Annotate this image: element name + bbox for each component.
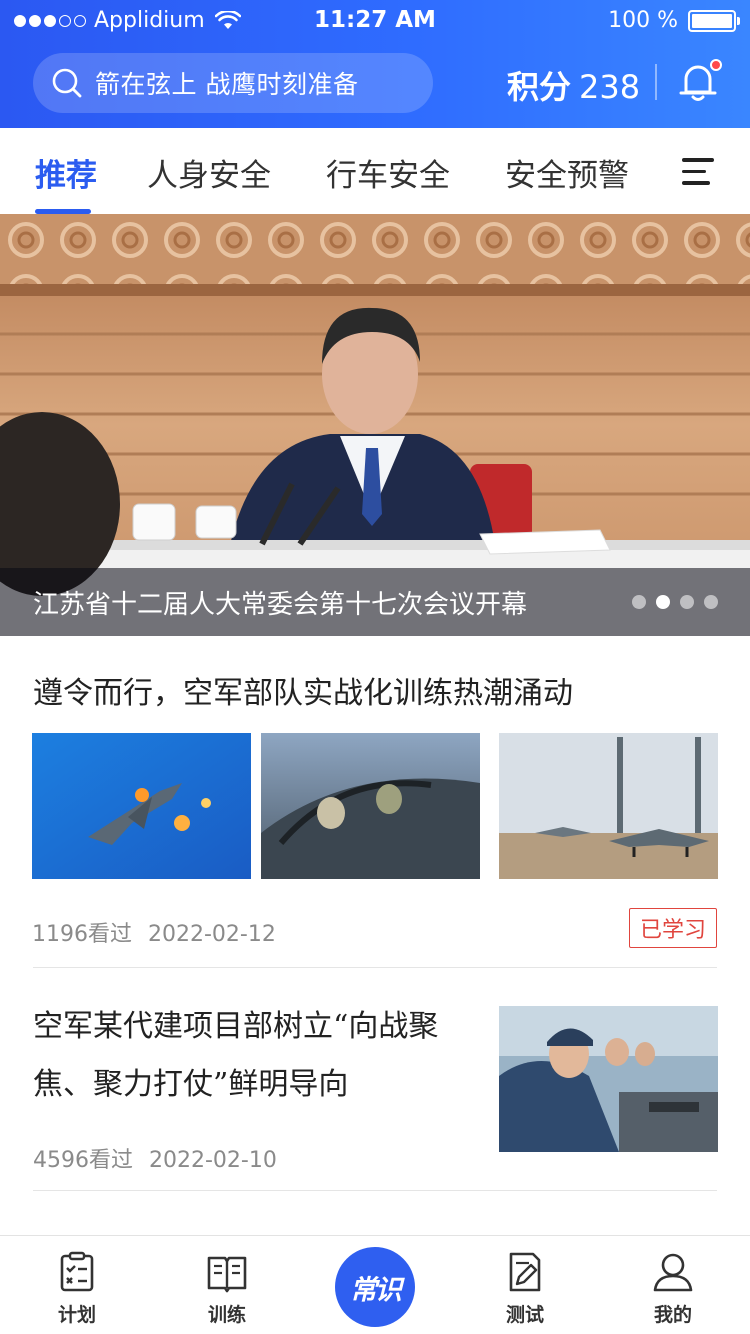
battery-level xyxy=(692,13,732,28)
nav-mine[interactable]: 我的 xyxy=(628,1250,718,1327)
status-bar: Applidium 11:27 AM 100 % xyxy=(0,0,750,42)
checklist-icon xyxy=(60,1251,94,1292)
view-count: 1196看过 xyxy=(32,922,132,947)
points-display[interactable]: 积分 238 xyxy=(507,62,640,108)
nav-test[interactable]: 测试 xyxy=(480,1250,570,1327)
book-icon xyxy=(207,1256,247,1293)
pager-dot xyxy=(680,595,694,609)
soldiers-at-consoles-image xyxy=(499,1006,718,1152)
edit-document-icon xyxy=(509,1252,541,1292)
article-meta: 4596看过 2022-02-10 xyxy=(33,1142,277,1174)
view-count: 4596看过 xyxy=(33,1148,133,1173)
divider xyxy=(33,967,717,968)
user-icon xyxy=(653,1253,693,1292)
nav-training[interactable]: 训练 xyxy=(182,1250,272,1327)
tab-personal-safety[interactable]: 人身安全 xyxy=(147,150,271,195)
pager-dot xyxy=(704,595,718,609)
article-meta: 1196看过 2022-02-12 xyxy=(32,916,276,948)
nav-label: 测试 xyxy=(505,1304,544,1326)
carousel-pager xyxy=(632,595,718,609)
tab-safety-warning[interactable]: 安全预警 xyxy=(505,150,629,195)
article-thumbnail[interactable] xyxy=(261,733,480,879)
studied-badge: 已学习 xyxy=(629,908,717,948)
article-thumbnail[interactable] xyxy=(499,733,718,879)
cockpit-pilot-image xyxy=(261,733,480,879)
banner-carousel[interactable]: 江苏省十二届人大常委会第十七次会议开幕 xyxy=(0,214,750,636)
nav-label: 训练 xyxy=(207,1304,246,1326)
search-icon xyxy=(52,68,82,98)
nav-plan[interactable]: 计划 xyxy=(32,1250,122,1327)
tab-recommended[interactable]: 推荐 xyxy=(35,150,97,195)
divider xyxy=(33,1190,717,1191)
jets-on-runway-image xyxy=(499,733,718,879)
pager-dot xyxy=(632,595,646,609)
nav-label: 我的 xyxy=(653,1304,692,1326)
header-divider xyxy=(655,64,657,100)
publish-date: 2022-02-12 xyxy=(148,922,276,947)
bottom-navigation: 计划 训练 常识 测试 我的 xyxy=(0,1235,750,1334)
app-header: Applidium 11:27 AM 100 % 箭在弦上 战鹰时刻准备 积分 2… xyxy=(0,0,750,128)
battery-percent: 100 % xyxy=(608,8,678,33)
article-title[interactable]: 空军某代建项目部树立“向战聚焦、聚力打仗”鲜明导向 xyxy=(33,998,473,1114)
menu-icon[interactable] xyxy=(682,158,714,186)
article-title[interactable]: 遵令而行，空军部队实战化训练热潮涌动 xyxy=(33,668,573,712)
notification-badge xyxy=(710,59,722,71)
fighter-jet-image xyxy=(32,733,251,879)
article-thumbnail[interactable] xyxy=(32,733,251,879)
tab-driving-safety[interactable]: 行车安全 xyxy=(326,150,450,195)
search-bar[interactable]: 箭在弦上 战鹰时刻准备 xyxy=(33,53,433,113)
points-value: 238 xyxy=(579,68,641,106)
pager-dot-active xyxy=(656,595,670,609)
category-tabs: 推荐 人身安全 行车安全 安全预警 xyxy=(0,128,750,214)
battery-icon xyxy=(688,9,740,32)
nav-label: 计划 xyxy=(57,1304,96,1326)
publish-date: 2022-02-10 xyxy=(149,1148,277,1173)
search-placeholder: 箭在弦上 战鹰时刻准备 xyxy=(95,70,359,99)
article-thumbnail[interactable] xyxy=(499,1006,718,1152)
points-label: 积分 xyxy=(507,68,572,106)
nav-common-knowledge[interactable]: 常识 xyxy=(335,1247,415,1327)
